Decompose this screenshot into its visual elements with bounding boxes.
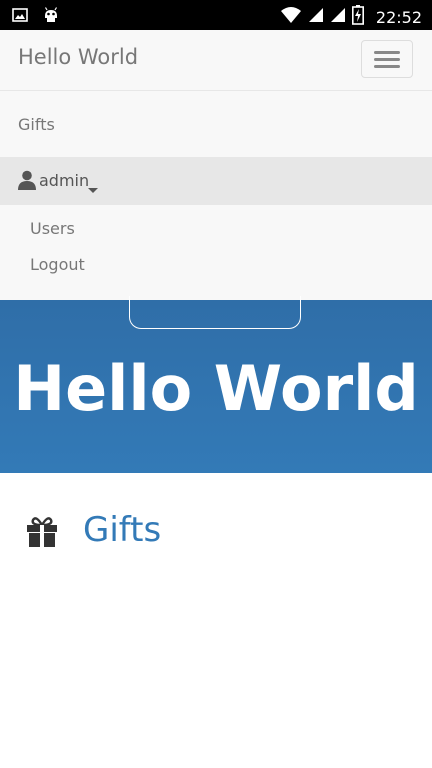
status-time: 22:52 [375, 7, 422, 27]
admin-dropdown-toggle[interactable]: admin [0, 157, 432, 205]
battery-charging-icon [351, 5, 364, 29]
navbar-brand[interactable]: Hello World [18, 45, 138, 69]
gift-icon [26, 517, 58, 551]
status-left-icons [12, 6, 60, 28]
user-icon [18, 170, 36, 194]
android-icon [42, 6, 60, 28]
dropdown-item-users[interactable]: Users [30, 219, 75, 238]
signal-icon [330, 7, 346, 27]
status-right-icons: 22:52 [280, 5, 422, 29]
jumbotron-title: Hello World [13, 352, 419, 425]
dropdown-item-logout[interactable]: Logout [30, 255, 85, 274]
wifi-icon [280, 6, 302, 28]
nav-link-gifts[interactable]: Gifts [18, 115, 55, 134]
gifts-section: Gifts [0, 508, 432, 558]
jumbotron: Hello World [0, 296, 432, 473]
gifts-link[interactable]: Gifts [83, 510, 161, 550]
navbar: Hello World [0, 30, 432, 91]
collapsed-nav-menu: Gifts admin Users Logout [0, 91, 432, 301]
hidden-element-edge [129, 296, 301, 329]
admin-label: admin [39, 171, 90, 190]
caret-down-icon [88, 179, 98, 198]
status-bar: 22:52 [0, 0, 432, 30]
navbar-toggle-button[interactable] [361, 40, 413, 78]
signal-icon [308, 7, 324, 27]
image-icon [12, 7, 28, 27]
